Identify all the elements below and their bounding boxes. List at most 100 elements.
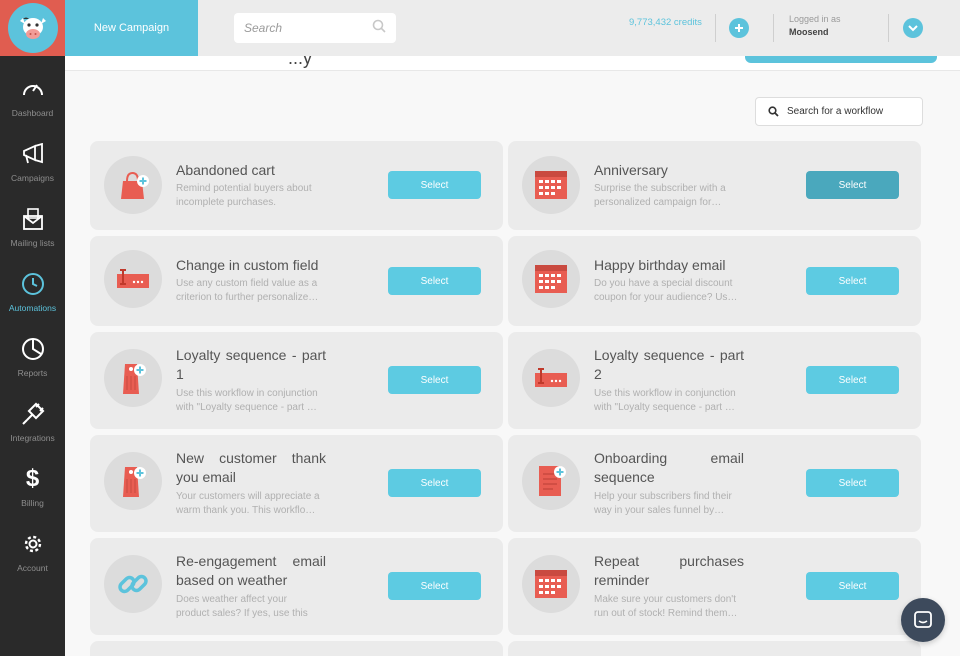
workflow-title: Onboarding email sequence — [594, 450, 744, 485]
logo-area[interactable] — [0, 0, 65, 56]
moosend-cow-logo[interactable] — [7, 3, 58, 53]
workflow-card-onboarding-email-sequence[interactable]: Onboarding email sequence Help your subs… — [508, 435, 921, 532]
page-title: ...y — [288, 56, 313, 68]
select-button[interactable]: Select — [388, 572, 481, 600]
workflow-description: Does weather affect your product sales? … — [176, 594, 308, 619]
select-button[interactable]: Select — [806, 469, 899, 497]
workflow-title: Repeat purchases reminder — [594, 553, 744, 588]
search-icon[interactable] — [372, 19, 386, 38]
sidebar-item-label: Reports — [17, 368, 48, 378]
workflow-title: Change in custom field — [176, 257, 319, 273]
workflow-title: Happy birthday email — [594, 257, 726, 273]
shopping-bag-icon — [104, 156, 162, 214]
sidebar-item-label: Mailing lists — [10, 238, 55, 248]
workflow-description: Use any custom field value as a criterio… — [176, 278, 319, 303]
workflow-card-loyalty-sequence-part-2[interactable]: Loyalty sequence - part 2 Use this workf… — [508, 332, 921, 429]
plus-icon — [735, 24, 743, 32]
gear-icon — [20, 531, 46, 557]
link-icon — [104, 555, 162, 613]
mailing-list-icon — [20, 206, 46, 232]
credits-balance: 9,773,432 credits — [629, 17, 702, 28]
dashboard-icon — [20, 76, 46, 102]
sidebar-item-label: Campaigns — [11, 173, 54, 183]
workflow-description: Use this workflow in conjunction with "L… — [176, 388, 318, 413]
chat-icon — [914, 611, 932, 628]
page-action-button[interactable] — [745, 56, 937, 63]
calendar-icon — [522, 250, 580, 308]
search-icon — [768, 106, 779, 117]
workflow-title: Re-engagement email based on weather — [176, 553, 326, 588]
sidebar-item-account[interactable]: Account — [0, 511, 65, 576]
calendar-icon — [522, 156, 580, 214]
sidebar-nav: Dashboard Campaigns Mailing lists Automa… — [0, 56, 65, 656]
account-dropdown-button[interactable] — [903, 18, 923, 38]
workflow-card-anniversary[interactable]: Anniversary Surprise the subscriber with… — [508, 141, 921, 230]
workflow-title: Loyalty sequence - part 2 — [594, 347, 744, 382]
sidebar-item-automations[interactable]: Automations — [0, 251, 65, 316]
header-divider — [888, 14, 889, 42]
workflow-title: Loyalty sequence - part 1 — [176, 347, 326, 382]
workflow-card-repeat-purchases-reminder[interactable]: Repeat purchases reminder Make sure your… — [508, 538, 921, 635]
input-field-icon — [522, 349, 580, 407]
document-add-icon — [522, 452, 580, 510]
sidebar-item-reports[interactable]: Reports — [0, 316, 65, 381]
select-button[interactable]: Select — [388, 469, 481, 497]
workflow-search-placeholder: Search for a workflow — [787, 106, 884, 117]
sidebar-item-integrations[interactable]: Integrations — [0, 381, 65, 446]
sidebar-item-label: Account — [17, 563, 48, 573]
workflow-description: Do you have a special discount coupon fo… — [594, 278, 738, 303]
price-tag-icon — [104, 349, 162, 407]
header-divider — [715, 14, 716, 42]
sidebar-item-label: Integrations — [10, 433, 55, 443]
workflow-description: Help your subscribers find their way in … — [594, 491, 732, 516]
workflow-card-new-customer-thank-you[interactable]: New customer thank you email Your custom… — [90, 435, 503, 532]
workflow-card-re-engagement-weather[interactable]: Re-engagement email based on weather Doe… — [90, 538, 503, 635]
integrations-plug-icon — [20, 401, 46, 427]
select-button[interactable]: Select — [388, 171, 481, 199]
sidebar-item-campaigns[interactable]: Campaigns — [0, 121, 65, 186]
select-button[interactable]: Select — [388, 267, 481, 295]
sidebar-item-mailing-lists[interactable]: Mailing lists — [0, 186, 65, 251]
input-field-icon — [104, 250, 162, 308]
workflow-card-happy-birthday-email[interactable]: Happy birthday email Do you have a speci… — [508, 236, 921, 326]
megaphone-icon — [20, 141, 46, 167]
search-box[interactable] — [234, 13, 396, 43]
main-content: ...y Search for a workflow Abandoned car… — [65, 56, 960, 656]
automation-clock-icon — [20, 271, 46, 297]
workflow-description: Surprise the subscriber with a personali… — [594, 183, 726, 208]
select-button[interactable]: Select — [806, 572, 899, 600]
page-header-strip: ...y — [65, 56, 960, 71]
chevron-down-icon — [908, 25, 918, 32]
workflow-card-partial[interactable] — [508, 641, 921, 656]
workflow-card-change-in-custom-field[interactable]: Change in custom field Use any custom fi… — [90, 236, 503, 326]
reports-pie-icon — [20, 336, 46, 362]
sidebar-item-label: Dashboard — [11, 108, 54, 118]
workflow-description: Remind potential buyers about incomplete… — [176, 183, 312, 208]
header-divider — [773, 14, 774, 42]
dollar-icon: $ — [25, 465, 40, 492]
select-button[interactable]: Select — [806, 366, 899, 394]
workflow-title: New customer thank you email — [176, 450, 326, 485]
workflow-card-loyalty-sequence-part-1[interactable]: Loyalty sequence - part 1 Use this workf… — [90, 332, 503, 429]
add-credits-button[interactable] — [729, 18, 749, 38]
select-button[interactable]: Select — [806, 171, 899, 199]
workflow-description: Make sure your customers don't run out o… — [594, 594, 738, 619]
search-input[interactable] — [244, 21, 372, 35]
price-tag-icon — [104, 452, 162, 510]
workflow-title: Anniversary — [594, 162, 668, 178]
select-button[interactable]: Select — [806, 267, 899, 295]
sidebar-item-billing[interactable]: $ Billing — [0, 446, 65, 511]
chat-widget-button[interactable] — [901, 598, 945, 642]
workflow-card-abandoned-cart[interactable]: Abandoned cart Remind potential buyers a… — [90, 141, 503, 230]
new-campaign-button[interactable]: New Campaign — [65, 0, 198, 56]
workflow-card-partial[interactable] — [90, 641, 503, 656]
calendar-icon — [522, 555, 580, 613]
sidebar-item-dashboard[interactable]: Dashboard — [0, 56, 65, 121]
username[interactable]: Moosend — [789, 27, 829, 37]
workflow-title: Abandoned cart — [176, 162, 275, 178]
workflow-search-input[interactable]: Search for a workflow — [755, 97, 923, 126]
select-button[interactable]: Select — [388, 366, 481, 394]
logged-in-label: Logged in as — [789, 14, 841, 24]
top-header: New Campaign 9,773,432 credits Logged in… — [65, 0, 960, 56]
workflow-description: Your customers will appreciate a warm th… — [176, 491, 320, 516]
